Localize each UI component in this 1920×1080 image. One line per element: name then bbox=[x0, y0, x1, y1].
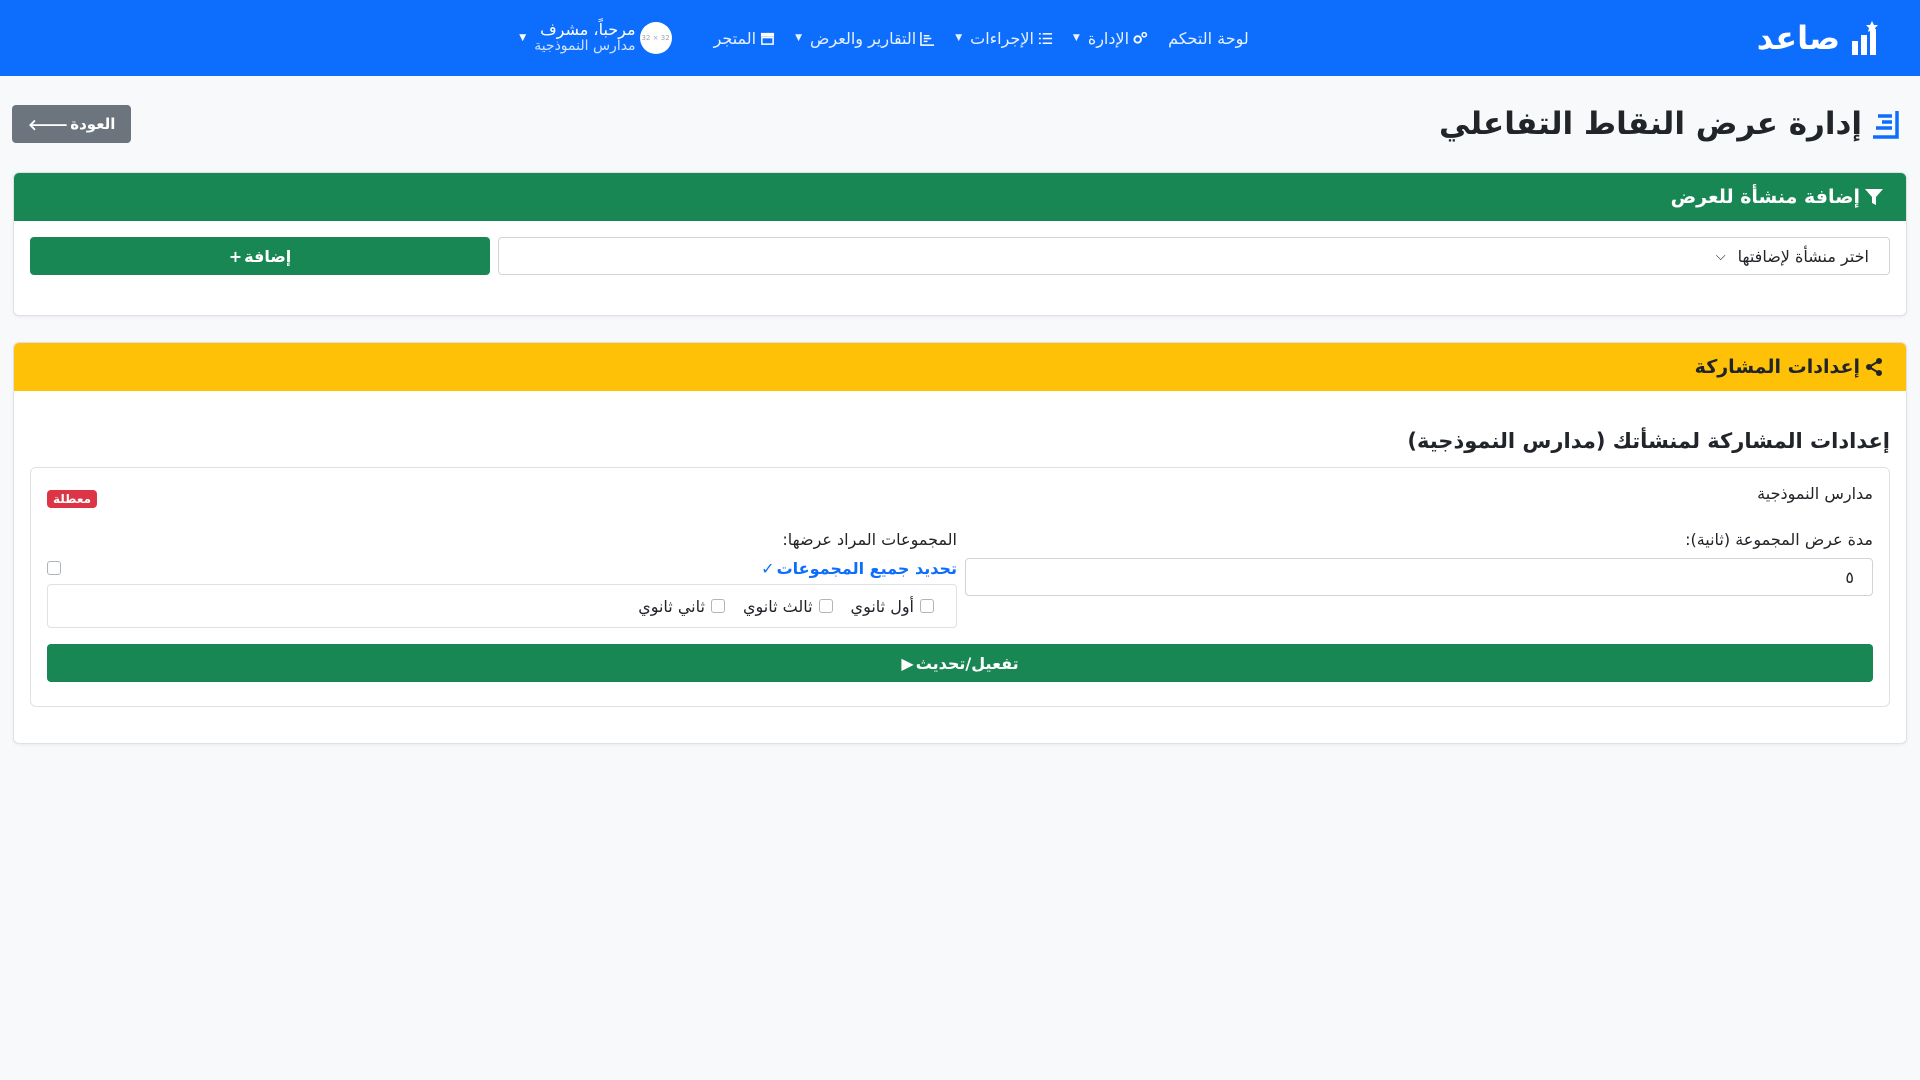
facility-select[interactable]: اختر منشأة لإضافتها ⌵ bbox=[498, 237, 1890, 275]
nav-management[interactable]: الإدارة ▼ bbox=[1073, 29, 1148, 48]
plus-icon: + bbox=[228, 246, 243, 266]
caret-down-icon: ▼ bbox=[1072, 33, 1080, 43]
caret-down-icon: ▼ bbox=[519, 33, 527, 43]
group-label: ثالث ثانوي bbox=[742, 596, 813, 616]
group-option[interactable]: ثاني ثانوي bbox=[638, 597, 725, 616]
store-icon bbox=[761, 32, 775, 45]
group-checkbox[interactable] bbox=[710, 599, 725, 613]
avatar: 32 × 32 bbox=[639, 22, 672, 54]
group-option[interactable]: ثالث ثانوي bbox=[743, 597, 833, 616]
group-label: أول ثانوي bbox=[850, 596, 914, 616]
page-title-text: إدارة عرض النقاط التفاعلي bbox=[1439, 106, 1862, 142]
chart-list-icon bbox=[1873, 111, 1899, 139]
add-facility-title: إضافة منشأة للعرض bbox=[1670, 186, 1860, 208]
share-settings-header: إعدادات المشاركة bbox=[14, 343, 1906, 391]
groups-list: أول ثانوي ثالث ثانوي ثاني ثانوي bbox=[47, 584, 957, 628]
add-facility-button-label: إضافة bbox=[244, 246, 292, 266]
group-checkbox[interactable] bbox=[920, 599, 934, 613]
user-org: مدارس النموذجية bbox=[534, 38, 636, 55]
status-badge: معطلة bbox=[47, 490, 98, 508]
groups-label: المجموعات المراد عرضها: bbox=[782, 529, 957, 549]
chart-icon bbox=[920, 31, 935, 46]
user-greeting: مرحباً، مشرف bbox=[540, 20, 636, 40]
user-info: مرحباً، مشرف مدارس النموذجية bbox=[534, 20, 636, 55]
select-all-groups-label: تحديد جميع المجموعات bbox=[776, 558, 957, 578]
nav-dashboard-label: لوحة التحكم bbox=[1168, 28, 1249, 48]
back-button[interactable]: العودة 🡐 bbox=[12, 105, 132, 143]
add-facility-card: إضافة منشأة للعرض اختر منشأة لإضافتها ⌵ … bbox=[13, 172, 1907, 316]
add-facility-button[interactable]: إضافة + bbox=[30, 237, 490, 275]
nav-reports[interactable]: التقارير والعرض ▼ bbox=[795, 29, 935, 48]
share-settings-subtitle: إعدادات المشاركة لمنشأتك (مدارس النموذجي… bbox=[1407, 429, 1890, 453]
nav-store[interactable]: المتجر bbox=[714, 29, 776, 48]
nav-store-label: المتجر bbox=[713, 28, 757, 48]
share-settings-card: إعدادات المشاركة إعدادات المشاركة لمنشأت… bbox=[13, 342, 1907, 744]
nav-dashboard[interactable]: لوحة التحكم bbox=[1168, 29, 1249, 48]
brand-logo[interactable]: صاعد bbox=[1757, 19, 1880, 57]
caret-down-icon: ▼ bbox=[795, 33, 803, 43]
share-settings-body: إعدادات المشاركة لمنشأتك (مدارس النموذجي… bbox=[14, 391, 1906, 707]
arrow-left-icon: 🡐 bbox=[28, 115, 69, 134]
share-icon bbox=[1866, 358, 1882, 376]
nav-actions-label: الإجراءات bbox=[970, 28, 1034, 48]
group-label: ثاني ثانوي bbox=[638, 596, 705, 616]
page-title: إدارة عرض النقاط التفاعلي bbox=[1439, 106, 1900, 142]
back-button-label: العودة bbox=[70, 115, 116, 133]
nav-actions[interactable]: الإجراءات ▼ bbox=[955, 29, 1053, 48]
facility-select-placeholder: اختر منشأة لإضافتها bbox=[1737, 246, 1869, 266]
select-all-groups-link[interactable]: تحديد جميع المجموعات ✓ bbox=[761, 559, 957, 578]
org-name: مدارس النموذجية bbox=[1757, 484, 1873, 503]
nav-reports-label: التقارير والعرض bbox=[810, 28, 917, 48]
group-checkbox[interactable] bbox=[818, 599, 833, 613]
chevron-down-icon: ⌵ bbox=[1715, 248, 1726, 264]
user-menu[interactable]: 32 × 32 مرحباً، مشرف مدارس النموذجية ▼ bbox=[519, 20, 672, 55]
brand-name: صاعد bbox=[1756, 19, 1840, 57]
duration-input[interactable]: ٥ bbox=[965, 558, 1873, 596]
select-all-row: تحديد جميع المجموعات ✓ bbox=[47, 552, 957, 584]
page-header: إدارة عرض النقاط التفاعلي العودة 🡐 bbox=[0, 76, 1920, 172]
duration-column: مدة عرض المجموعة (ثانية): ٥ bbox=[965, 526, 1873, 628]
activate-update-button[interactable]: تفعيل/تحديث ▶ bbox=[47, 644, 1873, 682]
add-facility-body: اختر منشأة لإضافتها ⌵ إضافة + bbox=[14, 221, 1906, 275]
activate-update-label: تفعيل/تحديث bbox=[915, 653, 1019, 673]
org-settings-box: مدارس النموذجية معطلة مدة عرض المجموعة (… bbox=[30, 467, 1890, 707]
share-settings-title: إعدادات المشاركة bbox=[1694, 356, 1860, 378]
top-navbar: صاعد لوحة التحكم الإدارة ▼ الإجراءات ▼ ا… bbox=[0, 0, 1920, 76]
play-circle-icon: ▶ bbox=[901, 653, 914, 673]
gears-icon bbox=[1133, 31, 1148, 44]
enable-checkbox[interactable] bbox=[47, 561, 61, 575]
nav-menu: لوحة التحكم الإدارة ▼ الإجراءات ▼ التقار… bbox=[519, 20, 1249, 55]
groups-column: المجموعات المراد عرضها: تحديد جميع المجم… bbox=[47, 526, 957, 628]
nav-management-label: الإدارة bbox=[1087, 28, 1130, 48]
org-header: مدارس النموذجية معطلة bbox=[47, 482, 1873, 526]
duration-label: مدة عرض المجموعة (ثانية): bbox=[1685, 529, 1873, 549]
group-option[interactable]: أول ثانوي bbox=[851, 597, 934, 616]
check-double-icon: ✓ bbox=[761, 558, 775, 578]
filter-icon bbox=[1865, 189, 1883, 205]
caret-down-icon: ▼ bbox=[955, 33, 963, 43]
brand-chart-icon bbox=[1852, 21, 1878, 55]
tasks-icon bbox=[1038, 32, 1052, 44]
add-facility-header: إضافة منشأة للعرض bbox=[14, 173, 1906, 221]
org-settings-grid: مدة عرض المجموعة (ثانية): ٥ المجموعات ال… bbox=[47, 526, 1873, 628]
